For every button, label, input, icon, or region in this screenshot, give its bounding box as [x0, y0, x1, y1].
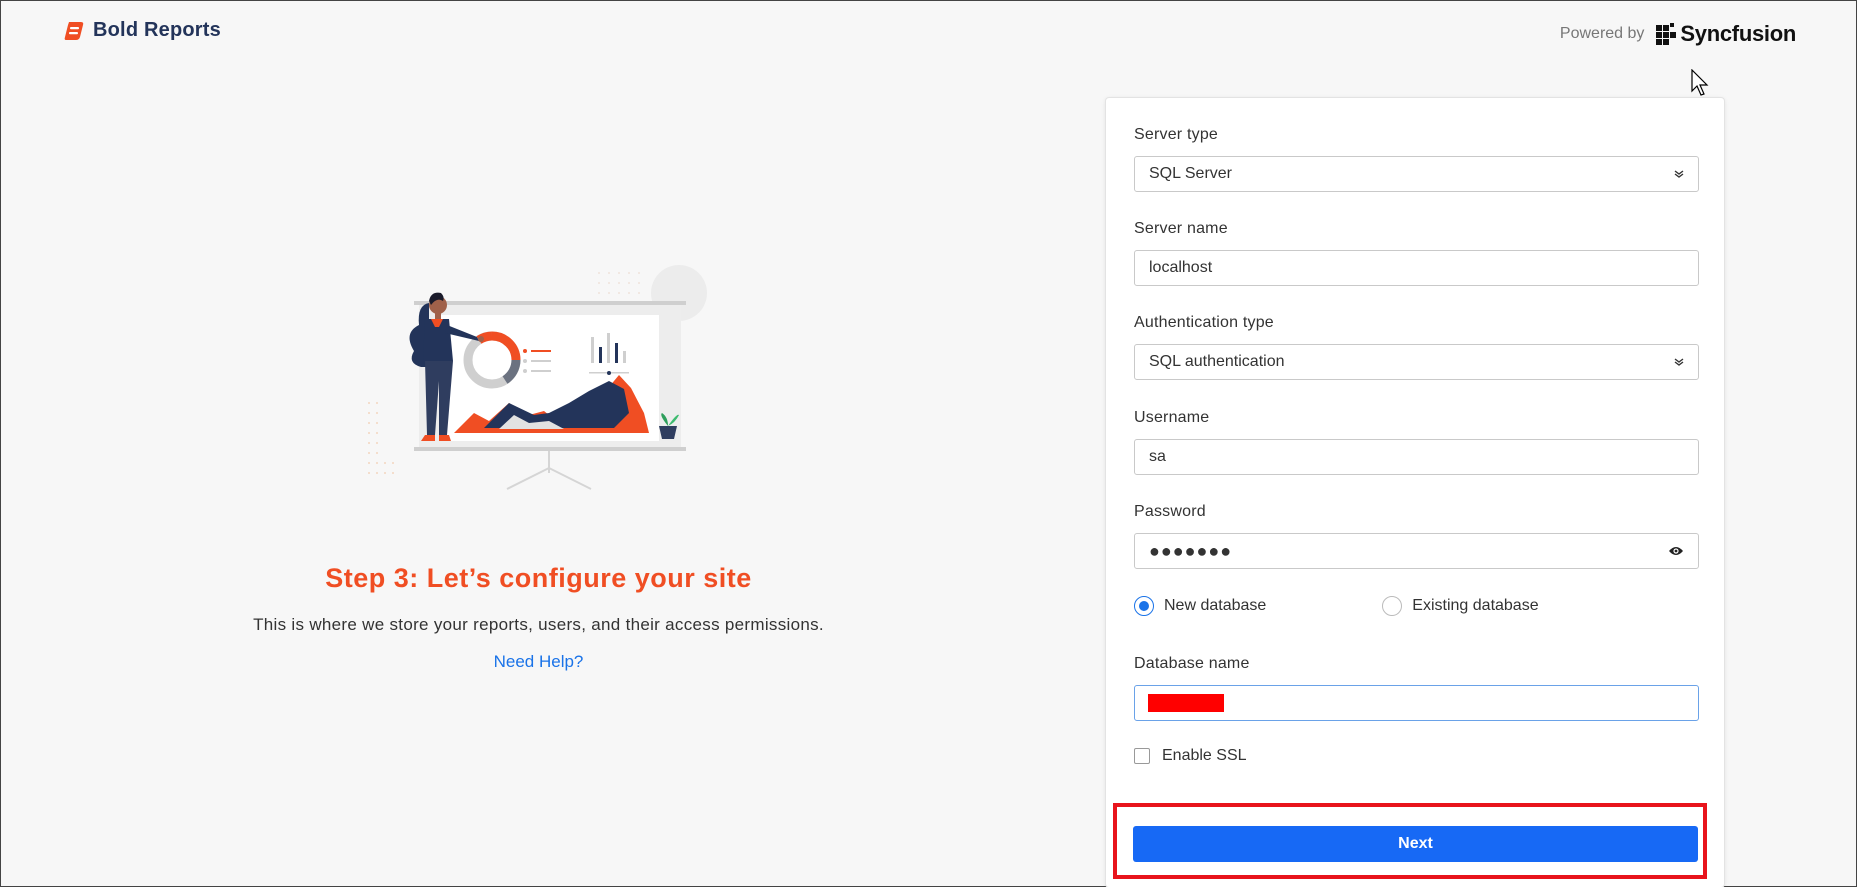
- syncfusion-grid-icon: [1656, 23, 1677, 45]
- existing-database-label: Existing database: [1412, 597, 1539, 614]
- eye-icon[interactable]: [1668, 545, 1684, 557]
- server-type-value: SQL Server: [1149, 165, 1232, 182]
- new-database-radio[interactable]: New database: [1134, 596, 1266, 616]
- enable-ssl-row: Enable SSL: [1134, 747, 1247, 765]
- chevron-down-icon: [1674, 170, 1684, 178]
- partner-name: Syncfusion: [1680, 21, 1796, 46]
- username-label: Username: [1134, 409, 1210, 426]
- username-value: sa: [1149, 448, 1166, 465]
- need-help-link-row: Need Help?: [1, 652, 1076, 672]
- enable-ssl-label: Enable SSL: [1162, 747, 1247, 764]
- redacted-database-name: [1148, 694, 1224, 712]
- server-name-input[interactable]: localhost: [1134, 250, 1699, 286]
- powered-by: Powered by Syncfusion: [1560, 21, 1796, 47]
- database-option-group: New database Existing database: [1134, 596, 1699, 616]
- new-database-label: New database: [1164, 597, 1267, 614]
- auth-type-label: Authentication type: [1134, 314, 1274, 331]
- server-type-select[interactable]: SQL Server: [1134, 156, 1699, 192]
- radio-unchecked-icon: [1382, 596, 1403, 616]
- existing-database-radio[interactable]: Existing database: [1382, 596, 1539, 616]
- password-input[interactable]: ●●●●●●●: [1134, 533, 1699, 569]
- enable-ssl-checkbox[interactable]: [1134, 748, 1150, 764]
- configuration-form: Server type SQL Server Server name local…: [1105, 97, 1725, 887]
- database-name-input[interactable]: [1134, 685, 1699, 721]
- powered-by-label: Powered by: [1559, 25, 1645, 42]
- brand-name: Bold Reports: [93, 19, 221, 41]
- auth-type-value: SQL authentication: [1149, 353, 1285, 370]
- server-type-label: Server type: [1134, 126, 1219, 143]
- brand-logo: Bold Reports: [63, 19, 221, 42]
- step-title: Step 3: Let’s configure your site: [325, 563, 752, 593]
- chevron-down-icon: [1674, 358, 1684, 366]
- syncfusion-logo: Syncfusion: [1656, 21, 1796, 47]
- username-input[interactable]: sa: [1134, 439, 1699, 475]
- radio-checked-icon: [1134, 596, 1154, 616]
- database-name-label: Database name: [1134, 655, 1250, 672]
- mouse-cursor-icon: [1691, 69, 1709, 96]
- next-button[interactable]: Next: [1133, 826, 1698, 862]
- password-value: ●●●●●●●: [1149, 540, 1233, 561]
- server-name-label: Server name: [1134, 220, 1228, 237]
- password-label: Password: [1134, 503, 1206, 520]
- server-name-value: localhost: [1149, 259, 1213, 276]
- presentation-illustration: [368, 265, 707, 490]
- need-help-link[interactable]: Need Help?: [494, 652, 584, 671]
- bold-reports-logo-icon: [64, 21, 84, 40]
- auth-type-select[interactable]: SQL authentication: [1134, 344, 1699, 380]
- step-description: This is where we store your reports, use…: [253, 615, 824, 634]
